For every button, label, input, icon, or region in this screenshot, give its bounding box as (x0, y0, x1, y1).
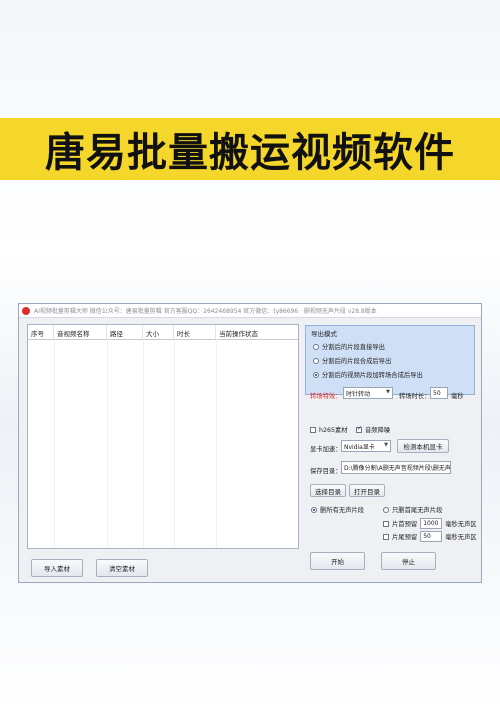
transition-label: 转场特效： (310, 393, 342, 400)
chevron-down-icon: ▼ (384, 442, 388, 448)
denoise-label: 音频降噪 (365, 427, 391, 434)
tail-keep-checkbox[interactable] (383, 533, 389, 540)
head-keep-label: 片首预留 (392, 521, 418, 528)
head-keep-checkbox[interactable] (383, 520, 389, 527)
save-dir-input[interactable]: D:\腾像分割\A删无声音视频片段\删无声 (341, 461, 451, 474)
transition-duration-unit: 毫秒 (451, 393, 464, 400)
col-header-status[interactable]: 当前操作状态 (216, 325, 298, 339)
denoise-checkbox-row[interactable]: 音频降噪 (356, 425, 390, 434)
title-bar: AI视频批量剪辑大师 微信公众号：唐易批量剪辑 官方客服QQ：264246895… (19, 304, 481, 318)
select-dir-button[interactable]: 选择目录 (310, 484, 346, 497)
head-tail-silent-row[interactable]: 只删首尾无声片段 (383, 505, 442, 514)
radio-export-2[interactable] (313, 357, 319, 364)
transition-select[interactable]: 时针转动 ▼ (343, 387, 393, 399)
save-dir-label: 保存目录： (310, 468, 342, 475)
tail-keep-unit: 毫秒无声区 (445, 534, 477, 541)
gpu-select[interactable]: Nvidia显卡 ▼ (341, 440, 391, 452)
radio-export-1[interactable] (313, 343, 319, 350)
transition-duration-label: 转场时长： (399, 393, 431, 400)
gpu-label: 显卡加速： (310, 446, 342, 453)
open-dir-button[interactable]: 打开目录 (349, 484, 385, 497)
export-option-3-label: 分割后的视频片段加转场合成后导出 (322, 372, 423, 379)
radio-delete-all[interactable] (311, 506, 317, 513)
transition-duration-input[interactable]: 50 (430, 387, 448, 399)
col-header-index[interactable]: 序号 (28, 325, 54, 339)
app-window: AI视频批量剪辑大师 微信公众号：唐易批量剪辑 官方客服QQ：264246895… (18, 303, 482, 583)
export-option-3[interactable]: 分割后的视频片段加转场合成后导出 (313, 370, 423, 379)
radio-head-tail[interactable] (383, 506, 389, 513)
col-header-name[interactable]: 音视频名称 (54, 325, 107, 339)
h265-checkbox[interactable] (310, 426, 316, 433)
tail-keep-label: 片尾预留 (392, 534, 418, 541)
app-logo-icon (22, 306, 30, 315)
transition-value: 时针转动 (346, 390, 371, 398)
import-button[interactable]: 导入素材 (31, 559, 83, 577)
delete-all-label: 删所有无声片段 (320, 507, 365, 514)
file-table[interactable]: 序号 音视频名称 路径 大小 时长 当前操作状态 (27, 324, 299, 549)
export-mode-panel: 导出模式 分割后的片段直接导出 分割后的片段合成后导出 分割后的视频片段加转场合… (305, 325, 475, 395)
export-option-2-label: 分割后的片段合成后导出 (322, 358, 392, 365)
export-option-1-label: 分割后的片段直接导出 (322, 344, 385, 351)
col-header-duration[interactable]: 时长 (174, 325, 216, 339)
head-keep-row[interactable]: 片首预留 1000 毫秒无声区 (383, 518, 477, 529)
clear-button[interactable]: 清空素材 (96, 559, 148, 577)
detect-gpu-button[interactable]: 检测本机显卡 (397, 439, 449, 453)
export-option-2[interactable]: 分割后的片段合成后导出 (313, 356, 391, 365)
title-banner: 唐易批量搬运视频软件 (0, 118, 500, 180)
h265-checkbox-row[interactable]: h265素材 (310, 425, 348, 434)
tail-keep-row[interactable]: 片尾预留 50 毫秒无声区 (383, 531, 477, 542)
col-header-path[interactable]: 路径 (107, 325, 143, 339)
delete-all-silent-row[interactable]: 删所有无声片段 (311, 505, 364, 514)
tail-keep-input[interactable]: 50 (420, 531, 443, 542)
radio-export-3[interactable] (313, 371, 319, 378)
banner-title: 唐易批量搬运视频软件 (45, 130, 455, 176)
chevron-down-icon: ▼ (386, 389, 390, 395)
denoise-checkbox[interactable] (356, 425, 362, 433)
export-option-1[interactable]: 分割后的片段直接导出 (313, 342, 385, 351)
table-header: 序号 音视频名称 路径 大小 时长 当前操作状态 (28, 325, 298, 340)
window-title: AI视频批量剪辑大师 微信公众号：唐易批量剪辑 官方客服QQ：264246895… (34, 308, 377, 315)
col-header-size[interactable]: 大小 (143, 325, 174, 339)
start-button[interactable]: 开始 (310, 552, 365, 570)
table-body (28, 339, 298, 548)
head-keep-input[interactable]: 1000 (420, 518, 443, 529)
h265-label: h265素材 (319, 427, 348, 434)
gpu-value: Nvidia显卡 (344, 443, 375, 451)
head-keep-unit: 毫秒无声区 (445, 521, 477, 528)
export-mode-title: 导出模式 (311, 330, 337, 338)
stop-button[interactable]: 停止 (381, 552, 436, 570)
head-tail-label: 只删首尾无声片段 (392, 507, 443, 514)
